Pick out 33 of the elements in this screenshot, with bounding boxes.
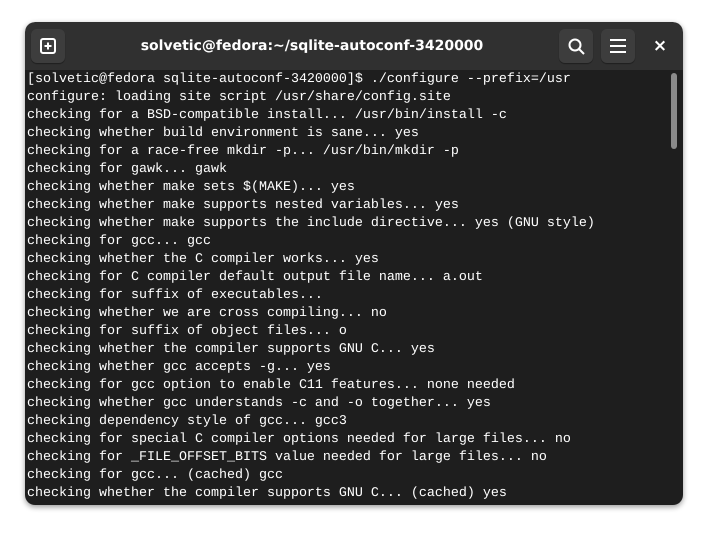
terminal-line: checking for gcc... (cached) gcc bbox=[27, 467, 283, 485]
terminal-line: checking whether gcc accepts -g... yes bbox=[27, 359, 331, 377]
terminal-line: [solvetic@fedora sqlite-autoconf-3420000]$ ./configure --prefix=/usr bbox=[27, 71, 571, 89]
terminal-line: checking whether the compiler supports GNU C... (cached) yes bbox=[27, 485, 507, 503]
terminal-line: checking for _FILE_OFFSET_BITS value needed for large files... no bbox=[27, 449, 547, 467]
terminal-line: checking for C compiler default output file name... a.out bbox=[27, 269, 483, 287]
terminal-line: configure: loading site script /usr/share/config.site bbox=[27, 89, 451, 107]
terminal-line: checking dependency style of gcc... gcc3 bbox=[27, 413, 347, 431]
search-button[interactable] bbox=[559, 29, 593, 63]
scrollbar-thumb[interactable] bbox=[671, 73, 677, 149]
terminal-line: checking whether gcc understands -c and -o together... yes bbox=[27, 395, 491, 413]
terminal-line: checking whether build environment is sane... yes bbox=[27, 125, 419, 143]
terminal-line: checking whether make sets $(MAKE)... yes bbox=[27, 179, 355, 197]
terminal-line: checking for suffix of executables... bbox=[27, 287, 324, 305]
terminal-line: checking for a race-free mkdir -p... /usr/bin/mkdir -p bbox=[27, 143, 459, 161]
terminal-line: checking whether the C compiler works... yes bbox=[27, 251, 379, 269]
terminal-line: checking for suffix of object files... o bbox=[27, 323, 347, 341]
new-tab-button[interactable] bbox=[31, 29, 65, 63]
window-title: solvetic@fedora:~/sqlite-autoconf-3420000 bbox=[140, 38, 484, 54]
terminal-line: checking whether make supports nested variables... yes bbox=[27, 197, 459, 215]
terminal-line: checking whether we are cross compiling... no bbox=[27, 305, 387, 323]
terminal-line: checking for gcc option to enable C11 features... none needed bbox=[27, 377, 515, 395]
terminal-line: checking for gcc... gcc bbox=[27, 233, 211, 251]
terminal-line: checking whether make supports the include directive... yes (GNU style) bbox=[27, 215, 595, 233]
menu-button[interactable] bbox=[601, 29, 635, 63]
terminal-line: checking for a BSD-compatible install... /usr/bin/install -c bbox=[27, 107, 507, 125]
search-icon bbox=[568, 38, 584, 54]
menu-icon bbox=[610, 39, 626, 53]
new-tab-icon bbox=[40, 38, 56, 54]
terminal-line: checking whether the compiler supports GNU C... yes bbox=[27, 341, 435, 359]
terminal-line: checking for special C compiler options needed for large files... no bbox=[27, 431, 571, 449]
terminal-line: checking for gawk... gawk bbox=[27, 161, 227, 179]
close-button[interactable]: × bbox=[643, 29, 677, 63]
